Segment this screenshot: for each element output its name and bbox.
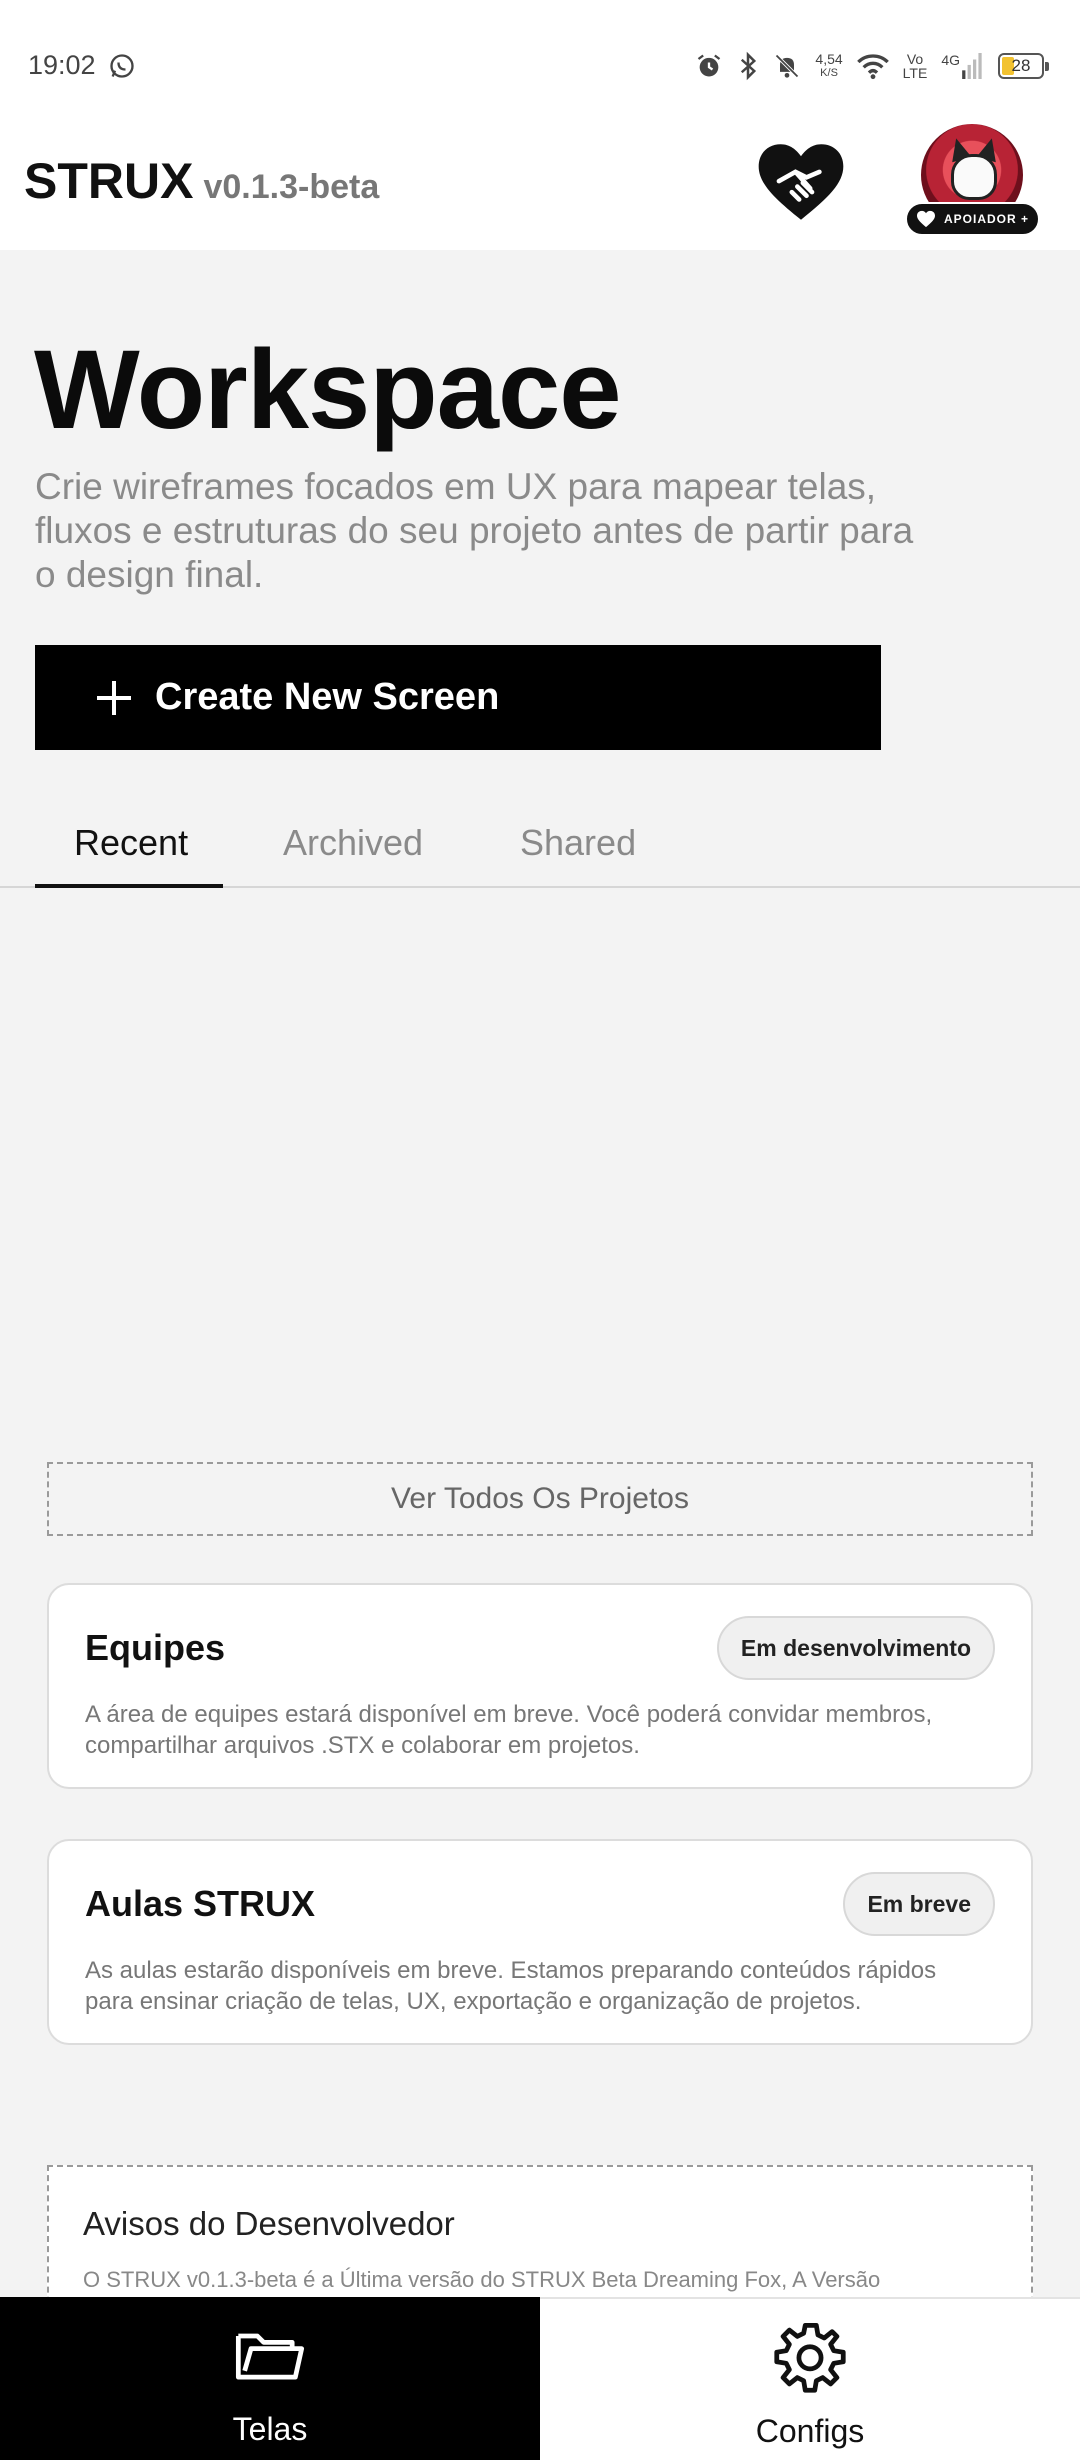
card-description: As aulas estarão disponíveis em breve. E… [85, 1957, 937, 2015]
page-title: Workspace [34, 327, 622, 452]
nav-configs[interactable]: Configs [540, 2297, 1080, 2460]
volte-top: Vo [906, 51, 924, 67]
signal-indicator: 4G [941, 53, 984, 79]
status-badge: Em desenvolvimento [716, 1616, 995, 1680]
plus-icon [97, 680, 131, 715]
lessons-card: Aulas STRUX Em breve As aulas estarão di… [47, 1839, 1033, 2045]
card-title: Equipes [85, 1627, 226, 1668]
volte-bottom: LTE [902, 65, 928, 81]
wifi-icon [856, 54, 889, 80]
profile-avatar-button[interactable]: APOIADOR + [905, 122, 1040, 252]
bluetooth-icon [741, 51, 757, 81]
app-header: STRUX v0.1.3-beta APOIADOR + [0, 122, 1080, 250]
network-speed: 4,54 K/S [815, 52, 842, 80]
speed-value: 4,54 [815, 51, 843, 67]
notice-text: O STRUX v0.1.3-beta é a Última versão do… [83, 2267, 881, 2292]
tab-recent[interactable]: Recent [74, 822, 188, 864]
status-bar: 19:02 4,54 K/S Vo LTE 4G 28 [0, 0, 1080, 130]
see-all-projects-button[interactable]: Ver Todos Os Projetos [47, 1462, 1033, 1536]
notice-title: Avisos do Desenvolvedor [83, 2205, 455, 2242]
volte-indicator: Vo LTE [903, 52, 928, 80]
card-title: Aulas STRUX [85, 1883, 316, 1924]
tab-shared[interactable]: Shared [520, 822, 636, 864]
supporter-label: APOIADOR + [943, 212, 1029, 226]
card-description: A área de equipes estará disponível em b… [85, 1701, 933, 1759]
supporter-badge: APOIADOR + [905, 202, 1040, 236]
teams-card: Equipes Em desenvolvimento A área de equ… [47, 1583, 1033, 1789]
status-badge: Em breve [843, 1872, 995, 1936]
speed-unit: K/S [820, 67, 838, 79]
nav-telas[interactable]: Telas [0, 2297, 540, 2460]
create-new-screen-button[interactable]: Create New Screen [35, 645, 881, 750]
status-time: 19:02 [28, 50, 96, 80]
app-version: v0.1.3-beta [203, 168, 380, 206]
mute-icon [775, 54, 800, 78]
create-button-label: Create New Screen [155, 676, 500, 718]
bottom-navigation: Telas Configs [0, 2297, 1080, 2460]
recent-projects-list [0, 890, 1080, 1450]
page-subtitle: Crie wireframes focados em UX para mapea… [35, 466, 914, 595]
nav-label: Telas [232, 2411, 308, 2447]
network-type: 4G [941, 52, 960, 68]
handshake-heart-icon[interactable] [755, 140, 847, 224]
signal-icon [962, 53, 982, 79]
active-tab-indicator [35, 884, 223, 888]
tab-bar: Recent Archived Shared [0, 812, 1080, 888]
gear-icon [774, 2322, 846, 2393]
folder-icon [235, 2333, 305, 2380]
whatsapp-icon [110, 54, 134, 78]
brand: STRUX v0.1.3-beta [24, 152, 379, 210]
battery-icon: 28 [998, 53, 1049, 79]
battery-level: 28 [1011, 56, 1031, 75]
alarm-icon [698, 54, 721, 77]
tab-archived[interactable]: Archived [283, 822, 423, 864]
app-name: STRUX [24, 153, 194, 209]
status-icons: 4,54 K/S Vo LTE 4G 28 [695, 48, 1049, 84]
nav-label: Configs [755, 2413, 865, 2449]
heart-icon [916, 210, 935, 228]
